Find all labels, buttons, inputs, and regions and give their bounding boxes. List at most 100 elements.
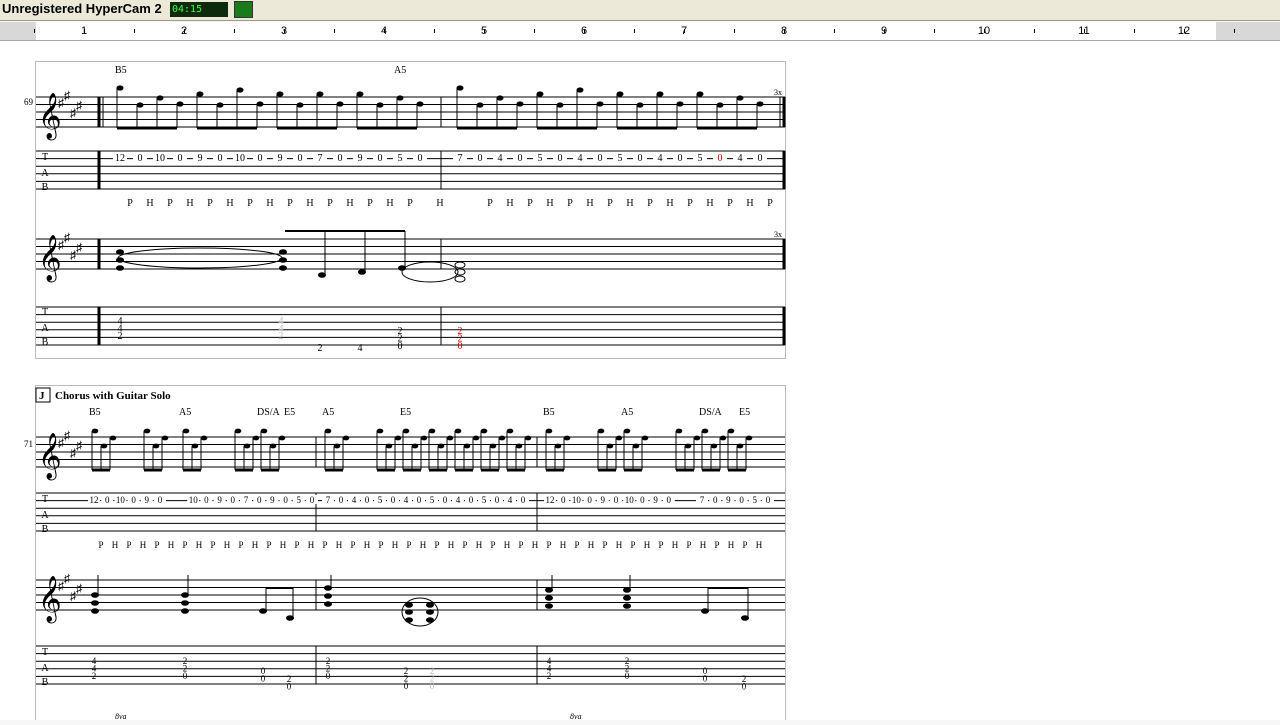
technique-mark: H xyxy=(280,540,287,550)
technique-mark: H xyxy=(266,198,273,209)
tab-fret: 5 xyxy=(398,153,403,164)
note-head xyxy=(109,435,117,441)
chord-name: B5 xyxy=(89,407,101,418)
tab-fret: 0 xyxy=(667,495,672,505)
tab-fret: 5 xyxy=(618,153,623,164)
note-head xyxy=(616,91,624,97)
tab-fret: 10 xyxy=(189,495,199,505)
technique-mark: H xyxy=(112,540,119,550)
tab-fret: 9 xyxy=(145,495,150,505)
note-head xyxy=(727,428,735,434)
tab-fret: 0 xyxy=(204,495,209,505)
tab-letter-t: T xyxy=(42,307,48,318)
technique-mark: P xyxy=(714,540,719,550)
note-head xyxy=(524,435,532,441)
note-head xyxy=(296,102,304,108)
note-head xyxy=(91,608,99,614)
tab-fret-tied: 2 xyxy=(279,331,284,342)
tab-fret: 0 xyxy=(183,671,188,681)
ottava-marker: 8va xyxy=(115,712,127,720)
tab-fret: 0 xyxy=(430,681,435,691)
ruler-number: 1 xyxy=(80,25,88,37)
ruler-tick xyxy=(634,29,635,33)
note-head xyxy=(279,265,287,271)
tab-fret: 0 xyxy=(758,153,763,164)
sharp-icon: ♯ xyxy=(76,99,82,113)
note-head xyxy=(181,608,189,614)
technique-mark: H xyxy=(448,540,455,550)
technique-mark: P xyxy=(546,540,551,550)
tab-fret: 4 xyxy=(578,153,583,164)
tab-fret: 9 xyxy=(601,495,606,505)
tab-fret: 7 xyxy=(244,495,249,505)
technique-mark: H xyxy=(364,540,371,550)
note-head xyxy=(684,443,692,449)
camera-icon[interactable] xyxy=(234,1,253,18)
tab-fret: 0 xyxy=(521,495,526,505)
technique-mark: P xyxy=(266,540,271,550)
tab-fret: 4 xyxy=(738,153,743,164)
note-head xyxy=(256,101,264,107)
chord-name: E5 xyxy=(400,407,411,418)
technique-mark: H xyxy=(532,540,539,550)
note-head xyxy=(736,443,744,449)
chord-name: A5 xyxy=(322,407,334,418)
tab-letter-b: B xyxy=(42,337,49,348)
sharp-icon: ♯ xyxy=(76,582,82,596)
note-head xyxy=(576,87,584,93)
tab-letter-a: A xyxy=(41,168,49,179)
technique-mark: P xyxy=(727,198,733,209)
tab-fret: 0 xyxy=(178,153,183,164)
technique-mark: H xyxy=(546,198,553,209)
technique-mark: P xyxy=(602,540,607,550)
note-head xyxy=(476,102,484,108)
ruler-tick xyxy=(934,29,935,33)
note-head xyxy=(394,435,402,441)
recorder-title-bar: Unregistered HyperCam 2 04:15 xyxy=(0,0,1280,21)
technique-mark: P xyxy=(434,540,439,550)
note-head xyxy=(606,443,614,449)
tab-fret: 9 xyxy=(198,153,203,164)
sharp-icon: ♯ xyxy=(76,241,82,255)
note-head xyxy=(405,609,413,615)
technique-mark: H xyxy=(666,198,673,209)
technique-mark: P xyxy=(767,198,773,209)
tab-fret: 10 xyxy=(625,495,635,505)
repeat-count-2: 3x xyxy=(774,230,782,239)
tab-fret: 4 xyxy=(404,495,409,505)
tab-fret: 0 xyxy=(404,681,409,691)
chord-name: E5 xyxy=(739,407,750,418)
technique-mark: P xyxy=(294,540,299,550)
ruler-tick xyxy=(234,29,235,33)
note-head xyxy=(91,600,99,606)
technique-mark: H xyxy=(756,540,763,550)
tab-fret: 0 xyxy=(339,495,344,505)
note-head xyxy=(176,101,184,107)
tab-fret: 2 xyxy=(118,331,123,342)
tab-fret: 0 xyxy=(640,495,645,505)
sharp-icon: ♯ xyxy=(64,572,70,586)
technique-mark: P xyxy=(126,540,131,550)
tab-fret: 0 xyxy=(338,153,343,164)
note-head xyxy=(516,101,524,107)
tab-fret: 9 xyxy=(726,495,731,505)
note-head xyxy=(136,102,144,108)
note-head xyxy=(456,85,464,91)
note-head xyxy=(506,428,514,434)
note-head xyxy=(615,435,623,441)
tab-fret: 0 xyxy=(391,495,396,505)
technique-mark: P xyxy=(462,540,467,550)
technique-mark: H xyxy=(504,540,511,550)
technique-mark: P xyxy=(210,540,215,550)
tab-fret: 0 xyxy=(458,341,463,352)
note-head xyxy=(269,443,277,449)
technique-mark: H xyxy=(308,540,315,550)
note-head xyxy=(116,249,124,255)
tab-fret: 7 xyxy=(700,495,705,505)
technique-mark: P xyxy=(686,540,691,550)
ottava-marker-2: 8va xyxy=(570,712,582,720)
note-head xyxy=(279,257,287,263)
measure-ruler[interactable]: 1 2 3 4 5 6 7 8 9 10 11 12 xyxy=(0,22,1280,41)
technique-mark: P xyxy=(127,198,133,209)
tab-fret: 0 xyxy=(287,682,292,692)
